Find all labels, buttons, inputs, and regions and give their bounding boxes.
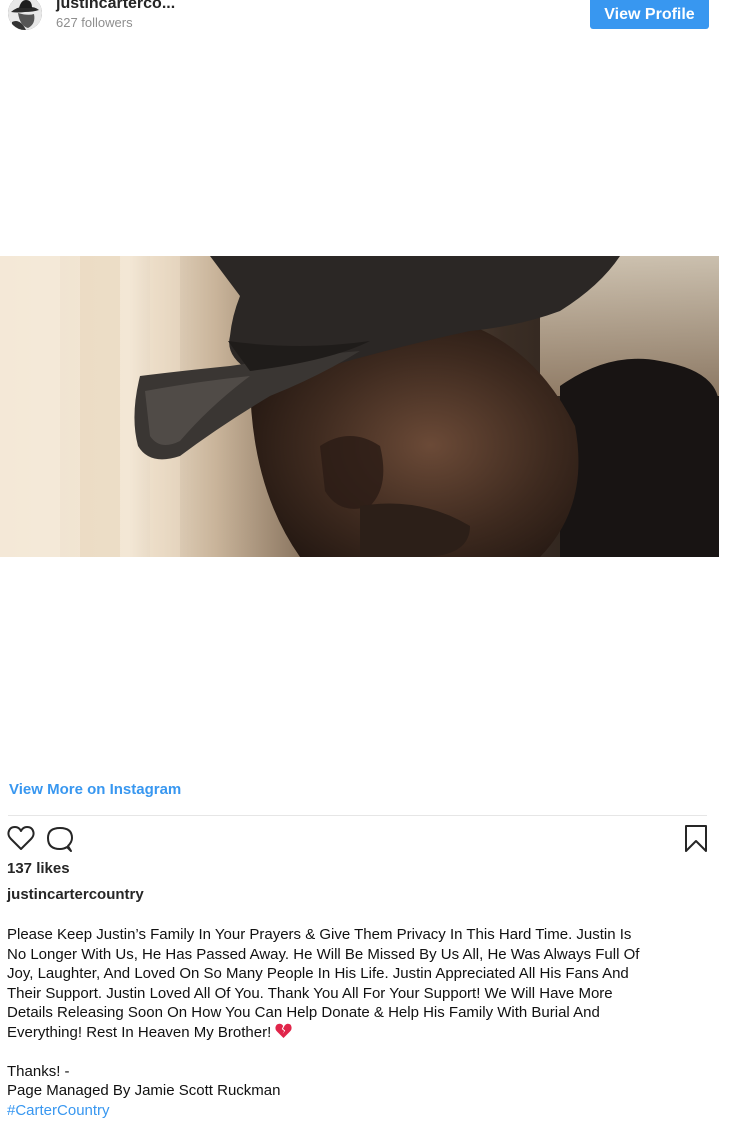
username[interactable]: justincarterco... bbox=[56, 0, 175, 13]
post-photo bbox=[0, 256, 719, 557]
post-caption: Please Keep Justin’s Family In Your Pray… bbox=[7, 925, 722, 1120]
caption-line: No Longer With Us, He Has Passed Away. H… bbox=[7, 945, 640, 963]
avatar[interactable] bbox=[8, 0, 42, 30]
caption-line: Joy, Laughter, And Loved On So Many Peop… bbox=[7, 965, 629, 982]
bookmark-icon[interactable] bbox=[684, 824, 708, 853]
like-count[interactable]: 137 likes bbox=[7, 860, 70, 877]
caption-text: Everything! Rest In Heaven My Brother! bbox=[7, 1023, 272, 1041]
caption-line: Please Keep Justin’s Family In Your Pray… bbox=[7, 926, 632, 943]
caption-line: Their Support. Justin Loved All Of You. … bbox=[7, 984, 613, 1002]
divider bbox=[8, 815, 707, 816]
post-media[interactable] bbox=[0, 256, 719, 557]
thanks-line: Thanks! - bbox=[7, 1062, 70, 1080]
embed-header: justincarterco... 627 followers View Pro… bbox=[0, 0, 735, 40]
broken-heart-icon bbox=[275, 1023, 293, 1039]
caption-line-last: Everything! Rest In Heaven My Brother! bbox=[7, 1023, 722, 1043]
view-more-link[interactable]: View More on Instagram bbox=[9, 781, 181, 798]
hashtag-link[interactable]: #CarterCountry bbox=[7, 1101, 722, 1121]
instagram-embed: justincarterco... 627 followers View Pro… bbox=[0, 0, 735, 1126]
heart-icon[interactable] bbox=[7, 825, 35, 851]
managed-by-line: Page Managed By Jamie Scott Ruckman bbox=[7, 1082, 281, 1099]
caption-line: Details Releasing Soon On How You Can He… bbox=[7, 1004, 600, 1021]
comment-icon[interactable] bbox=[46, 825, 74, 853]
view-profile-button[interactable]: View Profile bbox=[590, 0, 709, 29]
follower-count: 627 followers bbox=[56, 15, 133, 30]
post-author[interactable]: justincartercountry bbox=[7, 886, 144, 903]
